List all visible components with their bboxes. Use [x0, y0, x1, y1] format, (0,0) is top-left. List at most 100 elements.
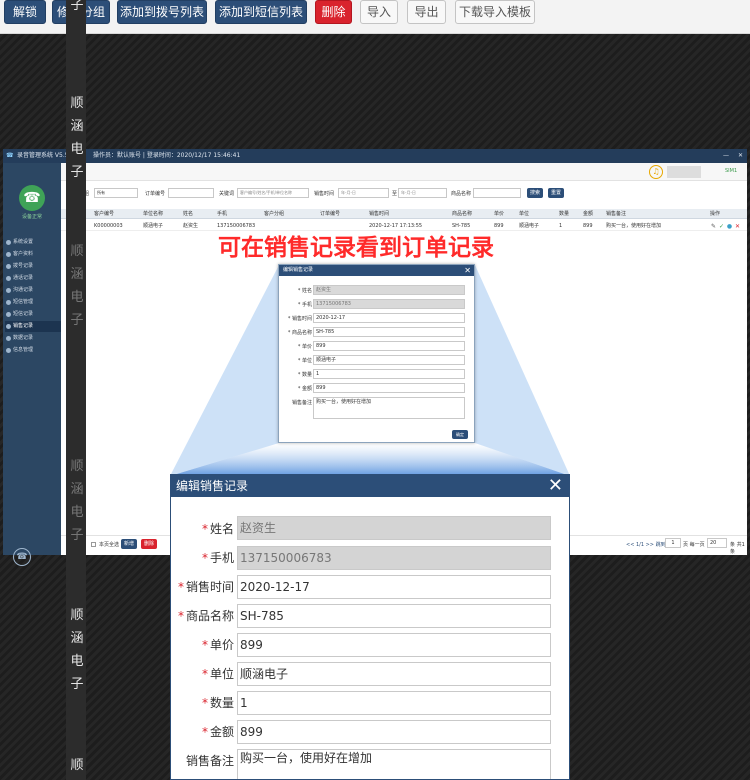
app-logo-icon: ☎ [6, 152, 14, 159]
date-from-input[interactable]: 年-月-日 [338, 188, 389, 198]
field-label: * 手机 [201, 551, 234, 565]
date-to-input[interactable]: 年-月-日 [398, 188, 447, 198]
name-field: 赵资生 [313, 285, 465, 295]
field-label: 销售备注 [185, 754, 234, 768]
col-header[interactable]: 订单编号 [320, 209, 340, 219]
nav-item[interactable]: 数据记录 [5, 333, 61, 344]
field-label: * 单价 [297, 344, 312, 350]
download-template-button[interactable]: 下载导入模板 [455, 0, 535, 24]
nav-item[interactable]: 短信记录 [5, 309, 61, 320]
nav-item[interactable]: 通话记录 [5, 273, 61, 284]
col-header[interactable]: 客户分组 [264, 209, 284, 219]
price-field[interactable]: 899 [313, 341, 465, 351]
amount-field[interactable]: 899 [237, 720, 551, 744]
phone-field: 13715006783 [313, 299, 465, 309]
nav-item[interactable]: 信息管理 [5, 345, 61, 356]
amount-field[interactable]: 899 [313, 383, 465, 393]
nav-item-sales-records[interactable]: 销售记录 [5, 321, 61, 332]
device-phone-icon: ☎ [19, 185, 45, 211]
call-icon[interactable]: ✓ [718, 223, 725, 230]
sim-label: SIM1 [725, 168, 738, 174]
col-header[interactable]: 操作 [710, 209, 720, 219]
quantity-field[interactable]: 1 [313, 369, 465, 379]
col-header[interactable]: 客户编号 [94, 209, 114, 219]
col-header[interactable]: 销售备注 [606, 209, 626, 219]
add-record-button[interactable]: 新增 [121, 539, 137, 549]
nav-item[interactable]: 沟通记录 [5, 285, 61, 296]
col-header[interactable]: 金额 [583, 209, 593, 219]
order-no-input[interactable] [168, 188, 214, 198]
sale-time-label: 销售时间 [314, 191, 335, 197]
add-to-dial-list-button[interactable]: 添加到拨号列表 [117, 0, 207, 24]
watermark-text: 顺涵电子 [70, 459, 84, 543]
export-button[interactable]: 导出 [407, 0, 446, 24]
product-name-field[interactable]: SH-785 [237, 604, 551, 628]
select-page-checkbox[interactable] [91, 542, 96, 547]
col-header[interactable]: 商品名称 [452, 209, 472, 219]
field-label: * 单位 [297, 358, 312, 364]
unit-field[interactable]: 顺涵电子 [313, 355, 465, 365]
product-input[interactable] [473, 188, 521, 198]
window-close-icon[interactable]: ✕ [738, 149, 743, 163]
watermark-text: 顺涵电子 [70, 96, 84, 180]
field-label: * 销售时间 [177, 580, 234, 594]
sale-time-field[interactable]: 2020-12-17 [237, 575, 551, 599]
cell: K00000003 [94, 223, 123, 229]
per-page-select[interactable]: 20 [707, 538, 727, 548]
col-header[interactable]: 手机 [217, 209, 227, 219]
keyword-input[interactable]: 客户编号/姓名/手机/单位名称 [237, 188, 309, 198]
quantity-field[interactable]: 1 [237, 691, 551, 715]
add-to-sms-list-button[interactable]: 添加到短信列表 [215, 0, 307, 24]
watermark-text: 顺 [70, 758, 84, 773]
remark-field[interactable]: 购买一台，使用好在增加 [313, 397, 465, 419]
col-header[interactable]: 数量 [559, 209, 569, 219]
nav-item[interactable]: 拨号记录 [5, 261, 61, 272]
close-icon[interactable]: ✕ [548, 475, 563, 497]
delete-row-icon[interactable]: ✕ [734, 223, 741, 230]
nav-icon [6, 240, 11, 245]
col-header[interactable]: 销售时间 [369, 209, 389, 219]
col-header[interactable]: 单位 [519, 209, 529, 219]
delete-button[interactable]: 删除 [315, 0, 352, 24]
unlock-button[interactable]: 解锁 [4, 0, 46, 24]
sales-remark-field[interactable]: 购买一台，使用好在增加 [237, 749, 551, 779]
search-button[interactable]: 搜索 [527, 188, 543, 198]
device-status: 设备正常 [21, 214, 42, 220]
col-header[interactable]: 单位名称 [143, 209, 163, 219]
sms-icon[interactable]: ● [726, 223, 733, 230]
sale-time-field[interactable]: 2020-12-17 [313, 313, 465, 323]
to-label: 至 [392, 191, 398, 197]
col-header[interactable]: 姓名 [183, 209, 193, 219]
unit-field[interactable]: 顺涵电子 [237, 662, 551, 686]
required-mark: * [201, 638, 208, 652]
import-button[interactable]: 导入 [360, 0, 398, 24]
dial-phone-icon[interactable]: ☎ [13, 548, 31, 566]
required-mark: * [201, 667, 208, 681]
delete-records-button[interactable]: 删除 [141, 539, 157, 549]
watermark-text: 子 [70, 0, 84, 13]
close-icon[interactable]: ✕ [464, 265, 471, 276]
music-icon[interactable]: ♫ [649, 165, 663, 179]
required-mark: * [201, 696, 208, 710]
ok-button[interactable]: 确定 [452, 430, 468, 439]
unit-price-field[interactable]: 899 [237, 633, 551, 657]
group-select[interactable]: 所有 [94, 188, 138, 198]
nav-item[interactable]: 客户资料 [5, 249, 61, 260]
app-title: 录音管理系统 V5.5 [17, 152, 69, 159]
edit-sales-dialog-small: 编辑销售记录 ✕ * 姓名 赵资生 * 手机 13715006783 * 销售时… [278, 264, 475, 443]
reset-button[interactable]: 重置 [548, 188, 564, 198]
product-field[interactable]: SH-785 [313, 327, 465, 337]
edit-icon[interactable]: ✎ [710, 223, 717, 230]
login-info: 操作员：默认账号 | 登录时间：2020/12/17 15:46:41 [93, 152, 241, 159]
field-label: * 单价 [201, 638, 234, 652]
page-input[interactable]: 1 [665, 538, 681, 548]
nav-icon [6, 348, 11, 353]
col-header[interactable]: 单价 [494, 209, 504, 219]
minimize-icon[interactable]: — [723, 149, 729, 163]
app-topbar: ♫ SIM1 [61, 163, 747, 181]
pager[interactable]: << 1/1 >> 跳到 [626, 541, 666, 548]
nav-item[interactable]: 短信管理 [5, 297, 61, 308]
nav-item[interactable]: 系统设置 [5, 237, 61, 248]
filter-bar: 客户分组 所有 订单编号 关键词 客户编号/姓名/手机/单位名称 销售时间 年-… [61, 185, 747, 203]
watermark-text: 顺涵电子 [70, 244, 84, 328]
